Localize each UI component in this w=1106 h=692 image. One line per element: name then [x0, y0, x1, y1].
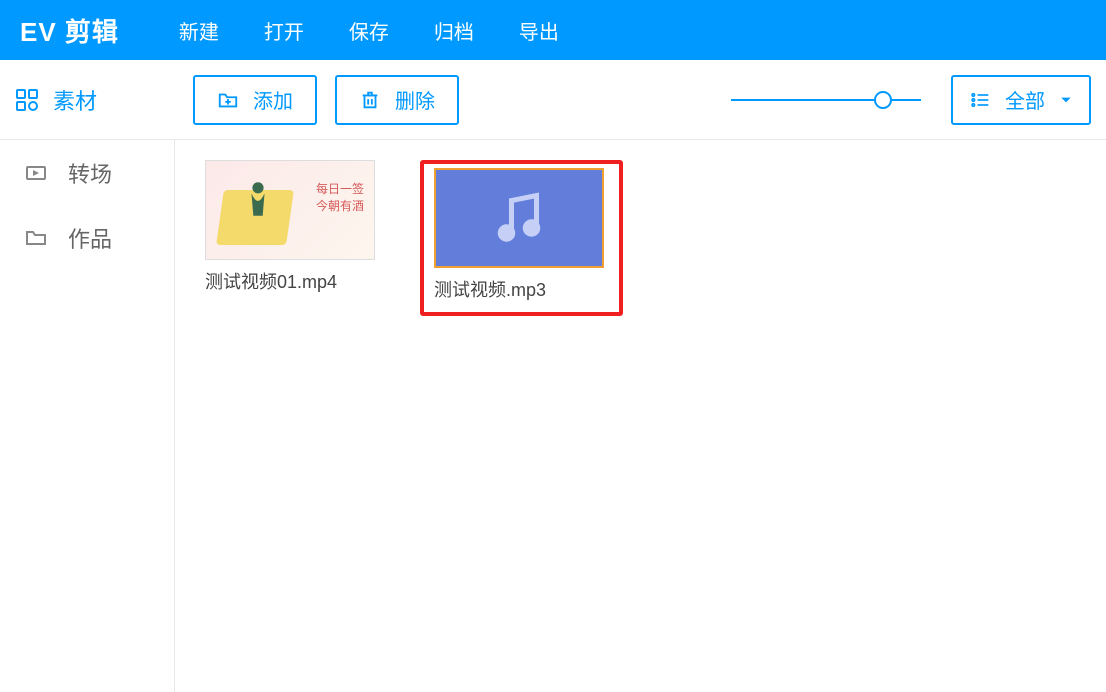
chevron-down-icon	[1059, 93, 1073, 107]
sidebar-item-transition[interactable]: 转场	[0, 140, 174, 205]
slider-thumb[interactable]	[874, 91, 892, 109]
top-menu-bar: EV 剪辑 新建 打开 保存 归档 导出	[0, 0, 1106, 60]
menu-save[interactable]: 保存	[349, 16, 389, 45]
zoom-slider[interactable]	[731, 99, 921, 101]
menu-open[interactable]: 打开	[264, 16, 304, 45]
asset-item-video[interactable]: 每日一签今朝有酒 测试视频01.mp4	[205, 160, 380, 294]
asset-thumbnail-audio	[434, 168, 604, 268]
menu-export[interactable]: 导出	[519, 16, 559, 45]
sidebar: 转场 作品	[0, 140, 175, 692]
asset-filename: 测试视频.mp3	[434, 276, 609, 302]
list-icon	[969, 90, 991, 110]
add-button-label: 添加	[253, 85, 293, 114]
music-note-icon	[489, 188, 549, 248]
delete-button-label: 删除	[395, 85, 435, 114]
add-button[interactable]: 添加	[193, 75, 317, 125]
asset-filename: 测试视频01.mp4	[205, 268, 380, 294]
menu-new[interactable]: 新建	[179, 16, 219, 45]
filter-selected-label: 全部	[1005, 85, 1045, 114]
toolbar: 素材 添加 删除 全部	[0, 60, 1106, 140]
filter-dropdown[interactable]: 全部	[951, 75, 1091, 125]
tab-material[interactable]: 素材	[15, 84, 175, 116]
app-title: EV 剪辑	[20, 12, 119, 49]
body-area: 转场 作品 每日一签今朝有酒 测试视频01.mp4	[0, 140, 1106, 692]
thumb-overlay-text: 每日一签今朝有酒	[316, 181, 364, 215]
asset-item-audio[interactable]: 测试视频.mp3	[434, 168, 609, 302]
sidebar-item-works[interactable]: 作品	[0, 205, 174, 270]
sidebar-item-label: 作品	[68, 222, 112, 254]
tab-material-label: 素材	[53, 84, 97, 116]
transition-icon	[24, 161, 48, 185]
menu-archive[interactable]: 归档	[434, 16, 474, 45]
delete-button[interactable]: 删除	[335, 75, 459, 125]
add-folder-icon	[217, 89, 239, 111]
sidebar-item-label: 转场	[68, 157, 112, 189]
trash-icon	[359, 89, 381, 111]
grid-icon	[15, 88, 39, 112]
folder-icon	[24, 226, 48, 250]
asset-thumbnail: 每日一签今朝有酒	[205, 160, 375, 260]
thumb-illustration-icon	[244, 179, 272, 219]
highlighted-asset-box: 测试视频.mp3	[420, 160, 623, 316]
asset-grid: 每日一签今朝有酒 测试视频01.mp4 测试视频.mp3	[175, 140, 1106, 692]
